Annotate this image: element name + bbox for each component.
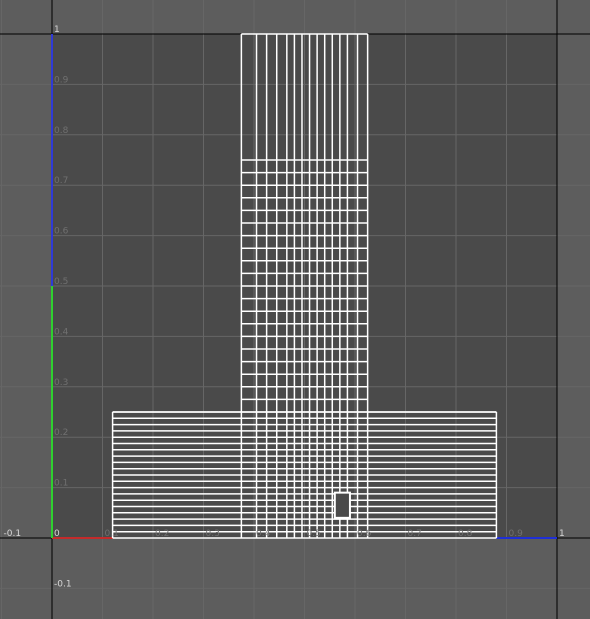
u-tick-label: -0.1 (4, 529, 22, 539)
u-tick-label: 0 (54, 529, 60, 539)
selected-uv-shell[interactable] (333, 491, 351, 519)
v-tick-label: 0.6 (54, 227, 69, 237)
uv-canvas[interactable]: -0.1 0 0.1 0.2 0.3 0.4 0.5 0.6 0.7 0.8 0.9 1 -0.1 0.1… (0, 0, 590, 619)
v-tick-label: 0.1 (54, 479, 68, 489)
u-tick-label: 1 (559, 529, 565, 539)
u-tick-label: 0.7 (408, 529, 422, 539)
v-tick-label: 0.8 (54, 126, 69, 136)
v-tick-label: 1 (54, 25, 60, 35)
u-tick-label: 0.2 (155, 529, 169, 539)
v-tick-label: -0.1 (54, 579, 72, 589)
u-tick-label: 0.5 (307, 529, 321, 539)
v-tick-label: 0.9 (54, 75, 69, 85)
v-tick-label: 0.7 (54, 176, 68, 186)
uv-editor-viewport[interactable]: -0.1 0 0.1 0.2 0.3 0.4 0.5 0.6 0.7 0.8 0.9 1 -0.1 0.1… (0, 0, 590, 619)
u-tick-label: 0.8 (458, 529, 473, 539)
v-tick-label: 0.5 (54, 277, 68, 287)
v-tick-label: 0.2 (54, 428, 68, 438)
v-tick-label: 0.3 (54, 378, 68, 388)
u-tick-label: 0.9 (509, 529, 524, 539)
u-tick-label: 0.1 (105, 529, 119, 539)
u-tick-label: 0.6 (357, 529, 372, 539)
v-tick-label: 0.4 (54, 327, 69, 337)
u-tick-label: 0.4 (256, 529, 271, 539)
u-tick-label: 0.3 (206, 529, 220, 539)
